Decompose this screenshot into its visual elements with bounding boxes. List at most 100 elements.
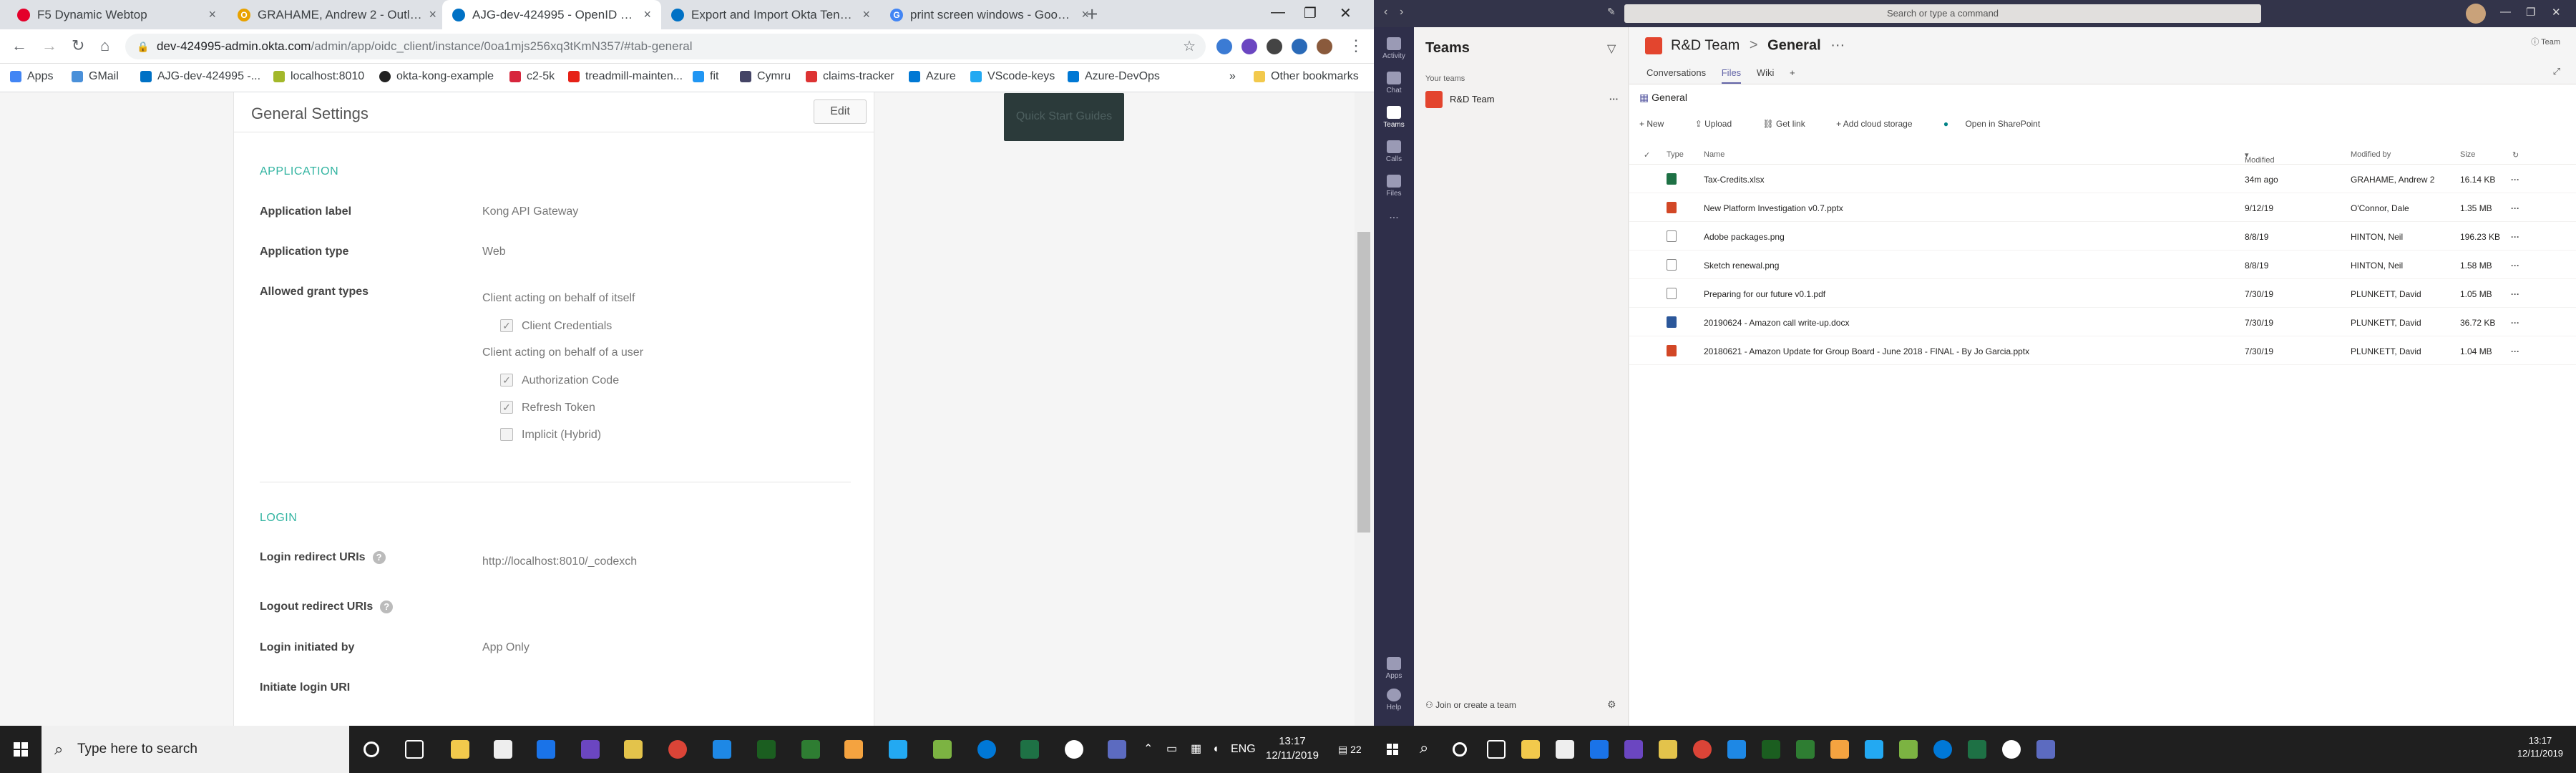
extension-icon[interactable]	[1241, 39, 1257, 54]
vscode-icon[interactable]	[889, 740, 907, 759]
more-options-icon[interactable]: ···	[2511, 289, 2519, 299]
filter-icon[interactable]: ▽	[1607, 42, 1616, 56]
new-tab-button[interactable]: +	[1086, 3, 1098, 26]
battery-icon[interactable]: ▭	[1166, 726, 1177, 773]
bookmark-azure[interactable]: Azure	[909, 70, 956, 83]
rail-apps[interactable]: Apps	[1374, 657, 1414, 680]
shield-icon[interactable]	[801, 740, 820, 759]
file-name[interactable]: 20180621 - Amazon Update for Group Board…	[1704, 346, 2029, 356]
edge-icon[interactable]	[977, 740, 996, 759]
chrome-icon[interactable]	[1693, 740, 1712, 759]
star-icon[interactable]: ☆	[1183, 34, 1196, 59]
rail-chat[interactable]: Chat	[1374, 72, 1414, 94]
column-type[interactable]: Type	[1667, 150, 1684, 159]
bookmark-treadmill[interactable]: treadmill-mainten...	[568, 70, 683, 83]
task-view-icon[interactable]	[405, 740, 424, 759]
table-row[interactable]: Sketch renewal.png 8/8/19 HINTON, Neil 1…	[1629, 251, 2576, 279]
avatar[interactable]	[2466, 4, 2486, 24]
rail-teams[interactable]: Teams	[1374, 106, 1414, 129]
store-icon[interactable]	[1556, 740, 1574, 759]
file-name[interactable]: 20190624 - Amazon call write-up.docx	[1704, 318, 1849, 328]
compose-icon[interactable]: ✎	[1607, 6, 1616, 18]
bookmark-c2-5k[interactable]: c2-5k	[509, 70, 555, 83]
bookmark-fit[interactable]: fit	[693, 70, 718, 83]
task-view-icon[interactable]	[1487, 740, 1506, 759]
browser-tab-okta-export[interactable]: Export and Import Okta Tenant C ×	[661, 0, 880, 29]
app-icon[interactable]	[1065, 740, 1083, 759]
address-bar[interactable]: 🔒 dev-424995-admin.okta.com/admin/app/oi…	[125, 34, 1206, 59]
column-modified-by[interactable]: Modified by	[2351, 150, 2391, 159]
table-row[interactable]: 20180621 - Amazon Update for Group Board…	[1629, 336, 2576, 365]
minimize-button[interactable]: —	[2500, 6, 2511, 18]
cortana-icon[interactable]	[364, 742, 379, 757]
back-icon[interactable]: ‹	[1384, 6, 1387, 19]
cortana-icon[interactable]	[1453, 742, 1467, 757]
edit-button[interactable]: Edit	[814, 99, 867, 124]
bookmark-claims-tracker[interactable]: claims-tracker	[806, 70, 894, 83]
start-button[interactable]	[0, 726, 42, 773]
home-icon[interactable]: ⌂	[100, 37, 109, 55]
bookmarks-overflow[interactable]: »	[1229, 70, 1236, 83]
scrollbar-thumb[interactable]	[1357, 232, 1370, 533]
edge-icon[interactable]	[1933, 740, 1952, 759]
file-name[interactable]: Preparing for our future v0.1.pdf	[1704, 289, 1825, 299]
volume-icon[interactable]: ◖	[1212, 726, 1219, 773]
column-name[interactable]: Name	[1704, 150, 1724, 159]
app-icon[interactable]	[1590, 740, 1609, 759]
shield-icon[interactable]	[757, 740, 776, 759]
bookmark-gmail[interactable]: GMail	[72, 70, 119, 83]
back-icon[interactable]: ←	[11, 37, 27, 55]
help-icon[interactable]: ?	[372, 551, 386, 564]
browser-tab-google[interactable]: G print screen windows - Google S ×	[880, 0, 1099, 29]
vscode-icon[interactable]	[1865, 740, 1883, 759]
close-window-button[interactable]: ✕	[1340, 4, 1352, 22]
app-icon[interactable]	[1727, 740, 1746, 759]
browser-tab-outlook[interactable]: O GRAHAME, Andrew 2 - Outlook ×	[228, 0, 447, 29]
app-icon[interactable]	[537, 740, 555, 759]
file-name[interactable]: Tax-Credits.xlsx	[1704, 175, 1765, 185]
gear-icon[interactable]: ⚙	[1607, 699, 1616, 711]
taskbar-clock[interactable]: 13:17 12/11/2019	[2512, 734, 2569, 760]
app-icon[interactable]	[624, 740, 643, 759]
search-icon[interactable]: ⌕	[1420, 739, 1428, 757]
teams-icon[interactable]	[1108, 740, 1126, 759]
rail-help[interactable]: Help	[1374, 689, 1414, 711]
quick-start-guides-button[interactable]: Quick Start Guides	[1004, 93, 1124, 141]
notification-center[interactable]: ▤ 22	[1338, 726, 1362, 773]
bookmark-localhost[interactable]: localhost:8010	[273, 70, 364, 83]
more-options-icon[interactable]: ···	[2511, 203, 2519, 213]
column-modified[interactable]: Modified ▾	[2245, 150, 2275, 165]
authorization-code-checkbox[interactable]: ✓	[500, 374, 513, 386]
expand-icon[interactable]: ⤢	[2553, 66, 2560, 77]
close-icon[interactable]: ×	[862, 7, 870, 22]
extension-icon[interactable]	[1267, 39, 1282, 54]
store-icon[interactable]	[494, 740, 512, 759]
other-bookmarks[interactable]: Other bookmarks	[1254, 70, 1359, 83]
app-icon[interactable]	[1899, 740, 1918, 759]
network-icon[interactable]: ▦	[1191, 726, 1201, 773]
teams-search-input[interactable]: Search or type a command	[1624, 4, 2261, 23]
tab-files[interactable]: Files	[1721, 67, 1742, 84]
avatar[interactable]	[1317, 39, 1332, 54]
get-link-button[interactable]: ⛓ Get link	[1762, 119, 1819, 129]
app-icon[interactable]	[2002, 740, 2021, 759]
select-all-checkbox[interactable]: ✓	[1644, 150, 1650, 160]
table-row[interactable]: 20190624 - Amazon call write-up.docx 7/3…	[1629, 308, 2576, 336]
app-icon[interactable]	[844, 740, 863, 759]
more-options-icon[interactable]: ···	[1830, 37, 1845, 53]
excel-icon[interactable]	[1020, 740, 1039, 759]
app-icon[interactable]	[933, 740, 952, 759]
app-icon[interactable]	[1830, 740, 1849, 759]
bookmark-apps[interactable]: Apps	[10, 70, 53, 83]
implicit-hybrid-checkbox[interactable]	[500, 428, 513, 441]
rail-more[interactable]: ...	[1374, 209, 1414, 222]
bookmark-cymru[interactable]: Cymru	[740, 70, 791, 83]
restore-button[interactable]: ❐	[1304, 4, 1317, 22]
extension-icon[interactable]	[1292, 39, 1307, 54]
bookmark-okta[interactable]: AJG-dev-424995 -...	[140, 70, 260, 83]
upload-button[interactable]: ⇪ Upload	[1695, 119, 1746, 129]
file-explorer-icon[interactable]	[1521, 740, 1540, 759]
column-size[interactable]: Size	[2460, 150, 2475, 159]
bookmark-vscode-keys[interactable]: VScode-keys	[970, 70, 1055, 83]
more-options-icon[interactable]: ···	[2511, 346, 2519, 356]
